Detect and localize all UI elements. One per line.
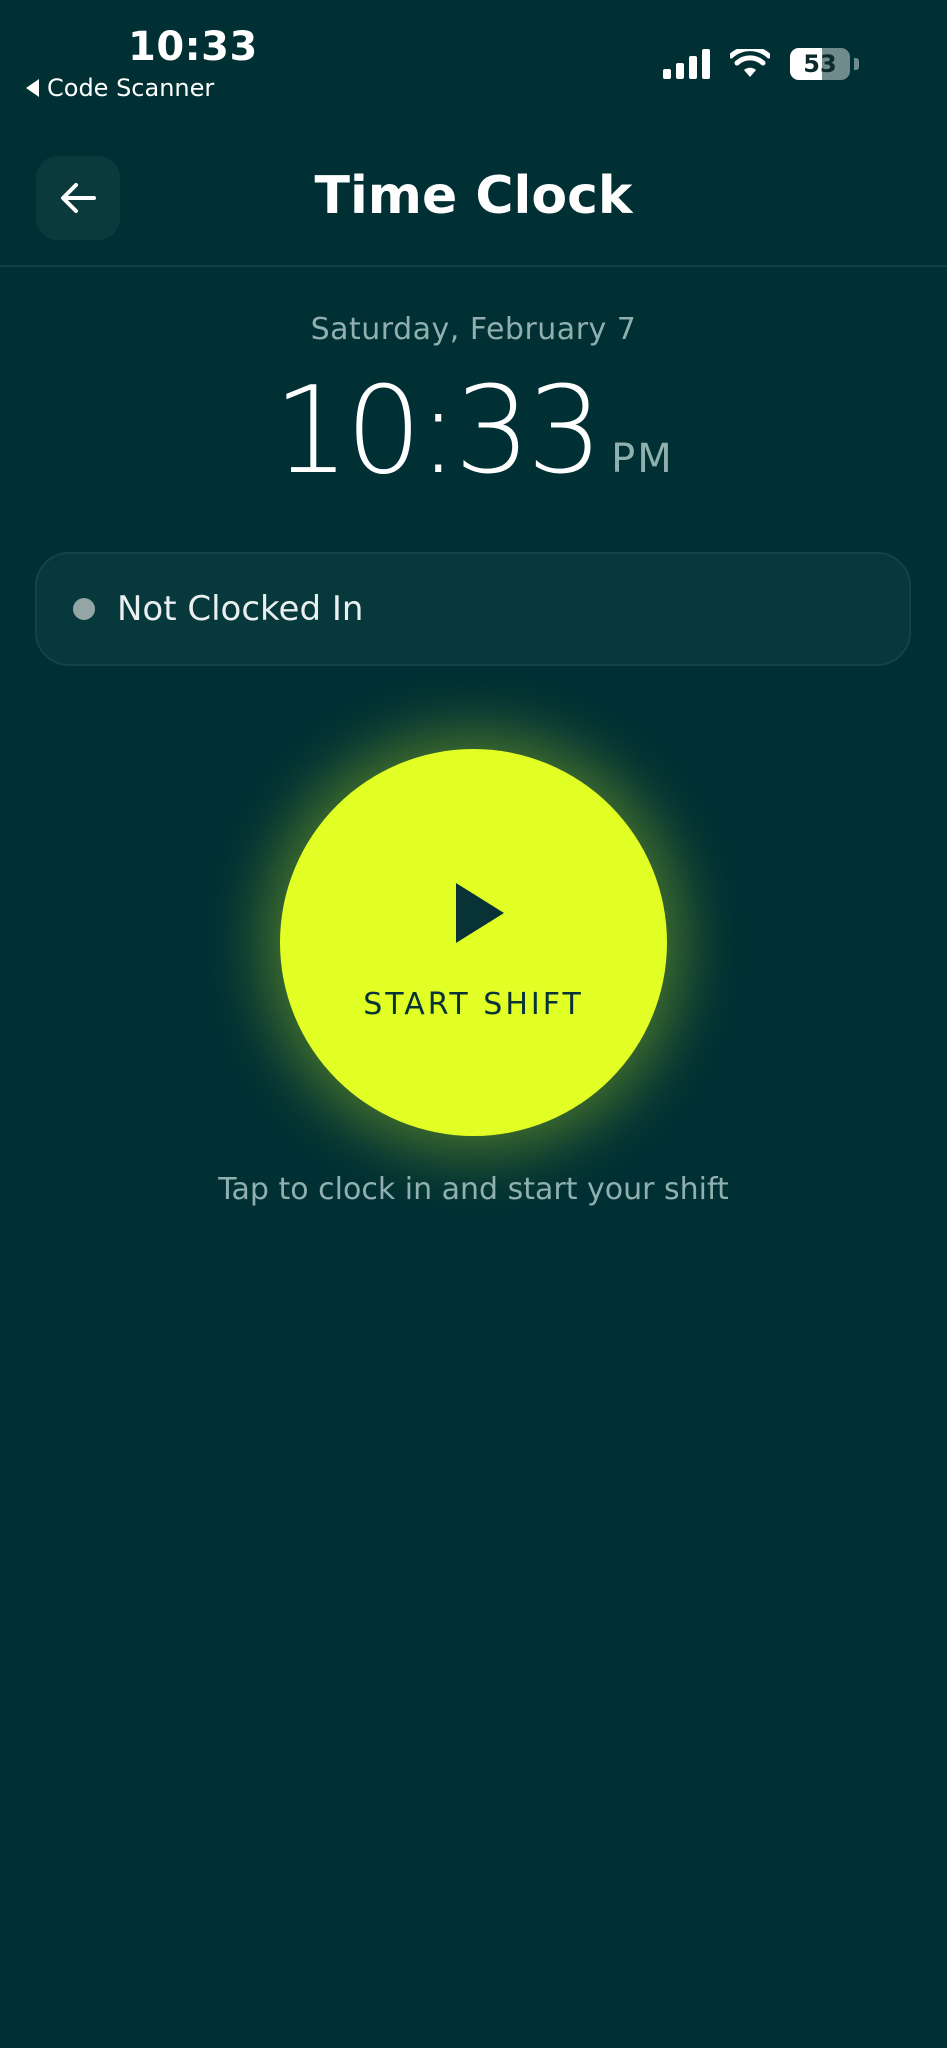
status-bar-indicators: 53 (663, 48, 859, 80)
cellular-signal-icon (663, 49, 710, 79)
time-hours-minutes: 10:33 (273, 362, 603, 501)
back-triangle-icon (26, 79, 39, 97)
clock-status-text: Not Clocked In (117, 589, 364, 629)
clock-in-hint: Tap to clock in and start your shift (218, 1172, 729, 1207)
clock-status-card: Not Clocked In (35, 552, 911, 666)
start-shift-label: START SHIFT (363, 987, 584, 1022)
play-icon (456, 883, 504, 943)
current-date: Saturday, February 7 (310, 312, 637, 347)
battery-icon: 53 (790, 48, 850, 80)
header-divider (0, 265, 947, 267)
battery-cap (854, 58, 859, 70)
status-dot-icon (73, 598, 95, 620)
battery-level: 53 (803, 50, 837, 78)
time-ampm: PM (611, 436, 674, 482)
time-clock-screen: 10:33 Code Scanner 53 Time Clock Saturda… (0, 0, 947, 2048)
wifi-icon (730, 49, 770, 77)
back-to-app-link[interactable]: Code Scanner (26, 74, 214, 102)
page-title: Time Clock (314, 166, 633, 226)
back-app-label: Code Scanner (47, 74, 215, 102)
start-shift-button[interactable]: START SHIFT (280, 749, 667, 1136)
current-time: 10:33 PM (0, 362, 947, 501)
status-bar-time: 10:33 (128, 24, 258, 70)
